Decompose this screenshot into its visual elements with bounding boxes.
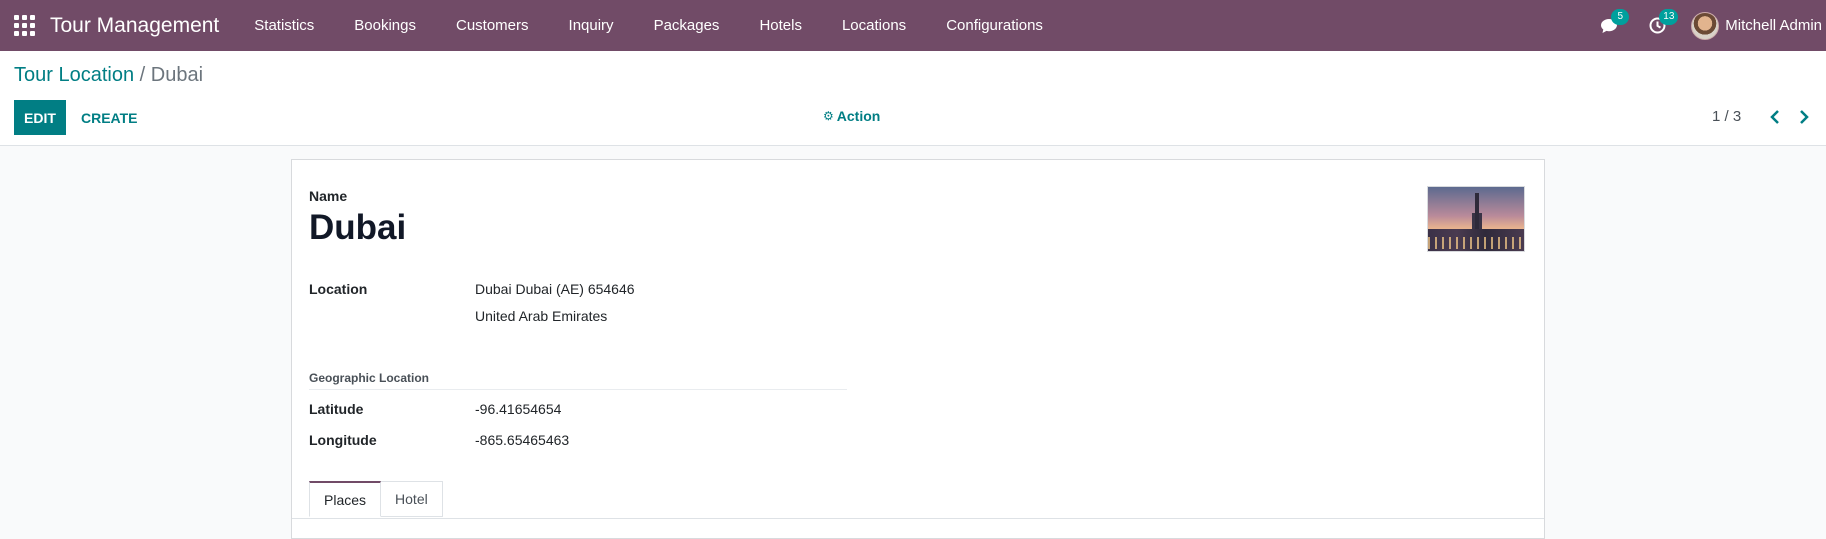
location-address-line2: United Arab Emirates: [475, 308, 608, 324]
control-panel: Tour Location / Dubai EDIT CREATE ⚙ Acti…: [0, 51, 1826, 146]
activities-count-badge: 13: [1659, 8, 1679, 25]
name-label: Name: [309, 188, 348, 204]
menu-item-packages[interactable]: Packages: [634, 0, 740, 51]
main-menu: Statistics Bookings Customers Inquiry Pa…: [241, 0, 1063, 51]
top-navbar: Tour Management Statistics Bookings Cust…: [0, 0, 1826, 51]
create-button[interactable]: CREATE: [72, 100, 147, 135]
breadcrumb-current: Dubai: [150, 64, 204, 86]
breadcrumb-separator: /: [139, 64, 146, 86]
location-label: Location: [309, 281, 368, 297]
systray: 5 13 Mitchell Admin: [1595, 0, 1826, 51]
menu-item-statistics[interactable]: Statistics: [241, 0, 334, 51]
menu-item-inquiry[interactable]: Inquiry: [549, 0, 634, 51]
chat-icon[interactable]: 5: [1595, 8, 1630, 40]
menu-item-bookings[interactable]: Bookings: [334, 0, 436, 51]
action-dropdown[interactable]: ⚙ Action: [823, 108, 880, 124]
tab-places[interactable]: Places: [309, 481, 382, 517]
section-divider: [309, 389, 847, 390]
longitude-value: -865.65465463: [475, 432, 570, 448]
apps-grid-icon[interactable]: [13, 15, 35, 37]
messages-count-badge: 5: [1611, 8, 1630, 25]
location-image[interactable]: [1427, 186, 1525, 252]
latitude-label: Latitude: [309, 401, 364, 417]
menu-item-hotels[interactable]: Hotels: [739, 0, 822, 51]
pager-value[interactable]: 1 / 3: [1712, 108, 1741, 125]
menu-item-customers[interactable]: Customers: [436, 0, 549, 51]
clock-icon[interactable]: 13: [1643, 8, 1679, 40]
gear-icon: ⚙: [823, 109, 834, 123]
chevron-left-icon[interactable]: [1762, 103, 1788, 131]
avatar: [1691, 11, 1720, 40]
edit-button[interactable]: EDIT: [14, 100, 66, 135]
tabs-divider: [292, 518, 1544, 519]
latitude-value: -96.41654654: [475, 401, 562, 417]
user-name: Mitchell Admin: [1725, 17, 1822, 34]
action-label: Action: [836, 108, 881, 124]
tab-hotel[interactable]: Hotel: [381, 481, 443, 517]
app-title[interactable]: Tour Management: [50, 14, 219, 38]
notebook-tabs: Places Hotel: [309, 481, 443, 517]
breadcrumb-parent-link[interactable]: Tour Location: [14, 64, 134, 86]
user-menu[interactable]: Mitchell Admin: [1691, 11, 1822, 40]
breadcrumb: Tour Location / Dubai: [14, 64, 203, 87]
menu-item-locations[interactable]: Locations: [822, 0, 926, 51]
form-sheet: Name Dubai Location Dubai Dubai (AE) 654…: [291, 159, 1545, 539]
menu-item-configurations[interactable]: Configurations: [926, 0, 1063, 51]
name-value: Dubai: [309, 208, 407, 247]
longitude-label: Longitude: [309, 432, 377, 448]
chevron-right-icon[interactable]: [1791, 103, 1817, 131]
geographic-location-title: Geographic Location: [309, 371, 430, 385]
location-address-line1: Dubai Dubai (AE) 654646: [475, 281, 635, 297]
